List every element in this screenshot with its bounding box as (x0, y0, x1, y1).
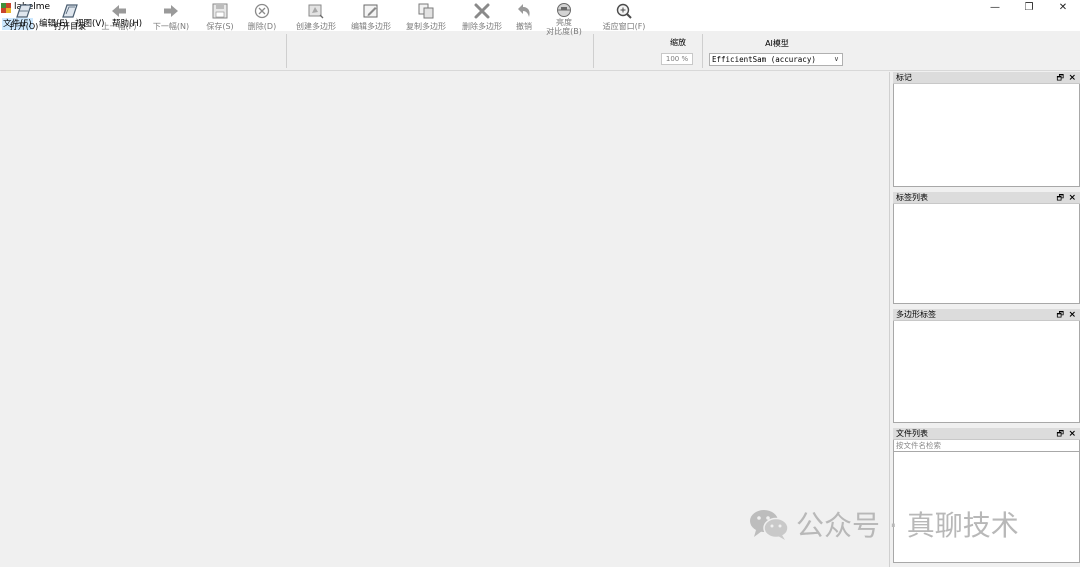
float-icon[interactable]: 🗗 (1056, 309, 1064, 321)
watermark: 公众号 · 真聊技术 (748, 504, 1019, 544)
brightness-label-1: 亮度 (556, 18, 572, 27)
delete-circle-icon (254, 3, 270, 19)
flags-dock: 标记 🗗 × (893, 72, 1080, 187)
fit-window-label: 适应窗口(F) (602, 22, 646, 31)
float-icon[interactable]: 🗗 (1056, 428, 1064, 440)
delete-file-button[interactable]: 删除(D) (245, 2, 279, 38)
next-image-label: 下一幅(N) (152, 22, 190, 31)
minimize-button[interactable]: — (978, 0, 1012, 17)
polygon-labels-dock-title: 多边形标签 (896, 310, 936, 319)
delete-cross-icon (474, 3, 490, 19)
open-button[interactable]: 打开(O) (6, 2, 42, 38)
ai-model-value: EfficientSam (accuracy) (712, 55, 816, 64)
zoom-label: 缩放 (670, 38, 686, 47)
open-label: 打开(O) (9, 22, 39, 31)
restore-button[interactable]: ❐ (1012, 0, 1046, 17)
label-list-dock-header: 标签列表 🗗 × (893, 192, 1080, 204)
chevron-down-icon: ∨ (833, 55, 839, 63)
watermark-text: 公众号 · 真聊技术 (796, 509, 1019, 542)
next-image-button[interactable]: 下一幅(N) (150, 2, 192, 38)
float-icon[interactable]: 🗗 (1056, 72, 1064, 84)
toolbar-separator (286, 34, 287, 68)
arrow-left-icon (112, 5, 126, 17)
polygon-labels-list[interactable] (893, 321, 1080, 423)
toolbar-separator (702, 34, 703, 68)
toolbar-separator (593, 34, 594, 68)
flags-list[interactable] (893, 84, 1080, 187)
brightness-contrast-button[interactable]: 亮度 对比度(B) (542, 2, 586, 38)
save-icon (212, 3, 228, 19)
undo-label: 撤销 (516, 22, 532, 31)
save-button[interactable]: 保存(S) (202, 2, 238, 38)
edit-pencil-icon (363, 4, 378, 18)
file-list-dock-header: 文件列表 🗗 × (893, 428, 1080, 440)
create-polygon-button[interactable]: 创建多边形 (292, 2, 340, 38)
open-dir-label: 打开目录 (54, 22, 86, 31)
image-canvas[interactable] (0, 72, 890, 567)
file-list-dock-title: 文件列表 (896, 429, 928, 438)
undo-button[interactable]: 撤销 (511, 2, 537, 38)
zoom-spinbox[interactable]: 100 % (661, 53, 693, 65)
prev-image-button[interactable]: 上一幅(P) (98, 2, 140, 38)
open-dir-button[interactable]: 打开目录 (52, 2, 88, 38)
close-icon[interactable]: × (1068, 309, 1076, 321)
copy-polygon-button[interactable]: 复制多边形 (402, 2, 450, 38)
ai-model-label: AI模型 (765, 39, 789, 48)
polygon-labels-dock: 多边形标签 🗗 × (893, 309, 1080, 423)
fit-window-button[interactable]: 适应窗口(F) (598, 2, 650, 38)
float-icon[interactable]: 🗗 (1056, 192, 1064, 204)
close-button[interactable]: ✕ (1046, 0, 1080, 17)
prev-image-label: 上一幅(P) (101, 22, 137, 31)
close-icon[interactable]: × (1068, 428, 1076, 440)
delete-polygon-label: 删除多边形 (462, 22, 502, 31)
flags-dock-title: 标记 (896, 73, 912, 82)
canvas-divider (889, 72, 890, 567)
close-icon[interactable]: × (1068, 72, 1076, 84)
close-icon[interactable]: × (1068, 192, 1076, 204)
ai-model-select[interactable]: EfficientSam (accuracy) ∨ (709, 53, 843, 66)
label-list-dock: 标签列表 🗗 × (893, 192, 1080, 304)
delete-file-label: 删除(D) (247, 22, 277, 31)
label-list-dock-title: 标签列表 (896, 193, 928, 202)
edit-polygon-label: 编辑多边形 (351, 22, 391, 31)
undo-icon (518, 4, 530, 17)
label-list[interactable] (893, 204, 1080, 304)
open-file-icon (16, 4, 32, 18)
create-polygon-label: 创建多边形 (296, 22, 336, 31)
flags-dock-header: 标记 🗗 × (893, 72, 1080, 84)
open-folder-icon (62, 4, 78, 18)
file-search-input[interactable]: 按文件名检索 (893, 440, 1080, 452)
save-label: 保存(S) (206, 22, 234, 31)
copy-icon (418, 3, 434, 19)
create-polygon-icon (308, 4, 324, 19)
edit-polygon-button[interactable]: 编辑多边形 (347, 2, 395, 38)
copy-polygon-label: 复制多边形 (406, 22, 446, 31)
polygon-labels-dock-header: 多边形标签 🗗 × (893, 309, 1080, 321)
wechat-logo-icon (750, 510, 789, 540)
brightness-contrast-icon (557, 3, 571, 17)
brightness-label-2: 对比度(B) (546, 27, 582, 36)
delete-polygon-button[interactable]: 删除多边形 (458, 2, 506, 38)
arrow-right-icon (164, 5, 178, 17)
zoom-magnifier-icon (616, 3, 632, 19)
